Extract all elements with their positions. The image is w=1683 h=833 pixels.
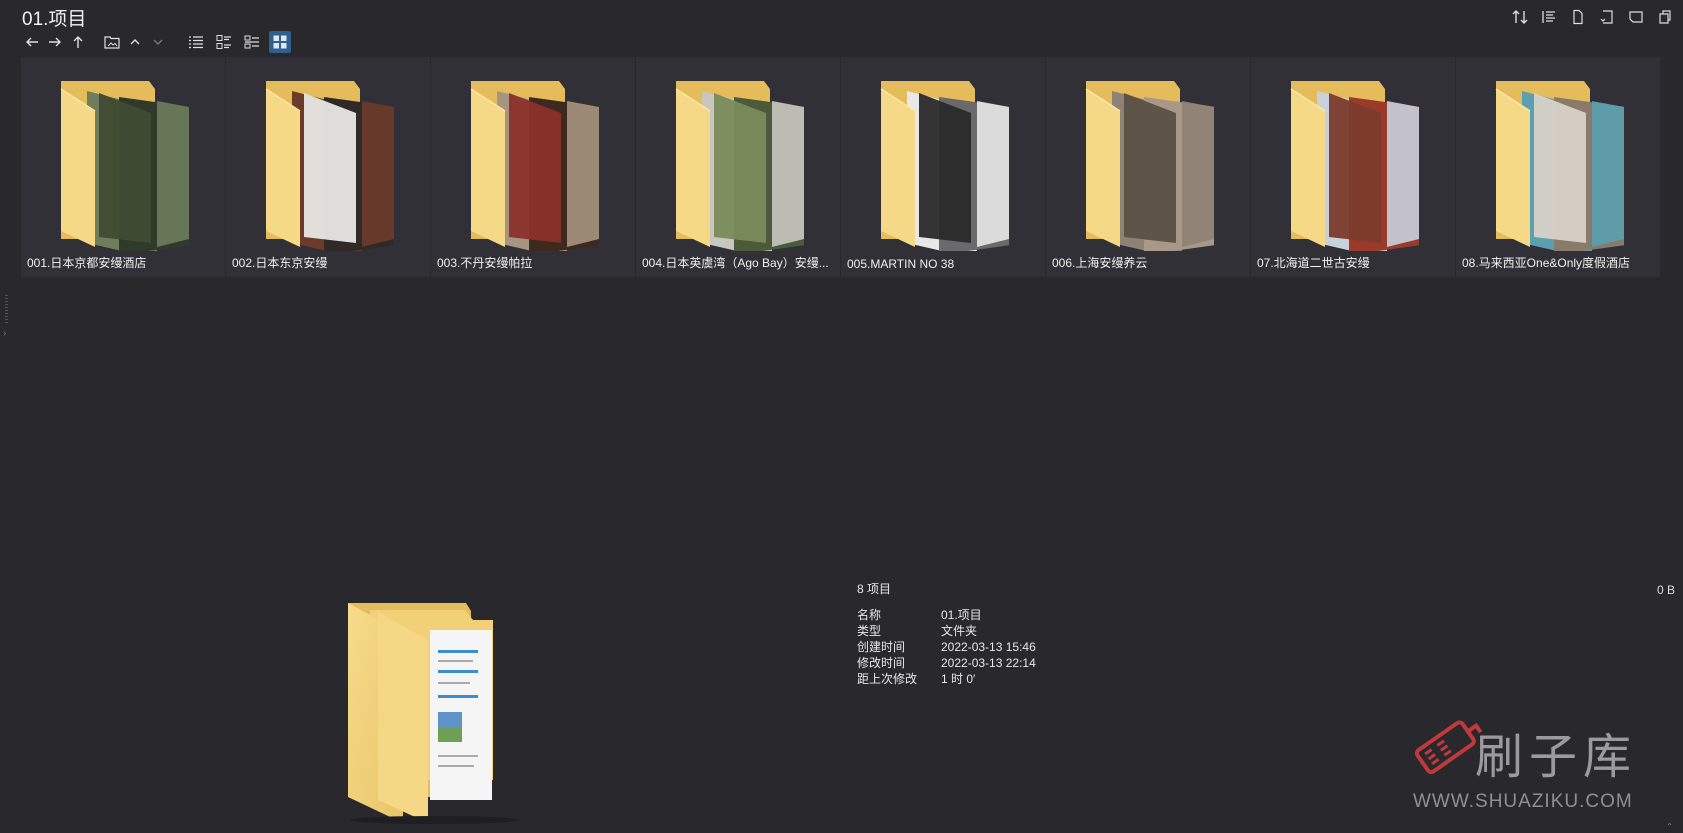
folder-label: 005.MARTIN NO 38 [847,257,955,271]
list-details-icon[interactable] [1536,6,1561,28]
corner-indicator: ⌃ [1666,822,1673,831]
folder-thumbnail-icon [675,81,804,251]
info-key: 修改时间 [857,656,906,670]
details-view-icon[interactable] [213,31,235,53]
file-icon[interactable] [1565,6,1590,28]
info-key: 距上次修改 [857,672,918,686]
info-panel: 8 项目 名称 01.项目 类型 文件夹 创建时间 2022-03-13 15:46 修改时… [857,580,1036,687]
folder-tile[interactable]: 002.日本东京安缦 [226,57,430,277]
rotate-icon[interactable] [1594,6,1619,28]
info-row: 类型 文件夹 [857,623,1036,639]
info-value: 2022-03-13 15:46 [941,640,1036,654]
chevron-up-icon[interactable] [125,32,145,52]
folder-thumbnail-icon [470,81,599,251]
resize-grip[interactable] [5,295,8,325]
folder-thumbnail-icon [1495,81,1624,251]
info-row: 创建时间 2022-03-13 15:46 [857,639,1036,655]
tiles-view-icon[interactable] [241,31,263,53]
left-edge-handle[interactable]: › [0,0,14,833]
list-view-icon[interactable] [185,31,207,53]
folder-tile[interactable]: 003.不丹安缦帕拉 [431,57,635,277]
info-key: 类型 [857,624,882,638]
folder-tile[interactable]: 004.日本英虞湾（Ago Bay）安缦... [636,57,840,277]
watermark-text: 刷子库 [1475,729,1638,785]
info-key: 名称 [857,608,882,622]
folder-picture-icon[interactable] [102,32,122,52]
info-row: 名称 01.项目 [857,607,1036,623]
folder-label: 001.日本京都安缦酒店 [27,256,147,270]
info-row: 距上次修改 1 时 0′ [857,671,1036,687]
folder-tile[interactable]: 006.上海安缦养云 [1046,57,1250,277]
folder-tile[interactable]: 08.马来西亚One&Only度假酒店 [1456,57,1660,277]
folder-label: 004.日本英虞湾（Ago Bay）安缦... [642,256,829,270]
back-arrow-icon[interactable] [22,32,42,52]
info-row: 修改时间 2022-03-13 22:14 [857,655,1036,671]
chevron-down-icon[interactable] [148,32,168,52]
folder-thumbnail-icon [1290,81,1419,251]
folder-thumbnail-icon [265,81,394,251]
folder-tile[interactable]: 07.北海道二世古安缦 [1251,57,1455,277]
info-value: 1 时 0′ [941,672,976,686]
navigation-toolbar [22,31,291,53]
folder-label: 002.日本东京安缦 [232,256,328,270]
thumbnail-view-icon[interactable] [269,31,291,53]
info-value: 文件夹 [941,624,978,638]
up-arrow-icon[interactable] [68,32,88,52]
sort-icon[interactable] [1507,6,1532,28]
forward-arrow-icon[interactable] [45,32,65,52]
info-value: 01.项目 [941,608,982,622]
info-key: 创建时间 [857,640,906,654]
folder-label: 003.不丹安缦帕拉 [437,256,533,270]
folder-tile[interactable]: 001.日本京都安缦酒店 [21,57,225,277]
item-count: 8 项目 [857,582,892,596]
folder-thumbnail-icon [1085,81,1214,251]
folder-label: 08.马来西亚One&Only度假酒店 [1462,256,1631,270]
folder-thumbnail-icon [60,81,189,251]
copy-icon[interactable] [1652,6,1677,28]
folder-preview-icon [348,603,520,824]
panel-icon[interactable] [1623,6,1648,28]
folder-grid: 001.日本京都安缦酒店 002.日本东京安缦 003.不丹安缦帕拉 004.日… [21,57,1660,277]
folder-thumbnail-icon [880,81,1009,251]
chevron-right-icon[interactable]: › [3,328,6,339]
top-right-toolbar [1507,6,1677,28]
size-label: 0 B [1656,583,1675,597]
info-value: 2022-03-13 22:14 [941,656,1036,670]
folder-label: 07.北海道二世古安缦 [1257,256,1370,270]
folder-label: 006.上海安缦养云 [1052,256,1148,270]
watermark-url: WWW.SHUAZIKU.COM [1413,791,1633,812]
window-title: 01.项目 [22,9,87,30]
folder-tile[interactable]: 005.MARTIN NO 38 [841,57,1045,277]
